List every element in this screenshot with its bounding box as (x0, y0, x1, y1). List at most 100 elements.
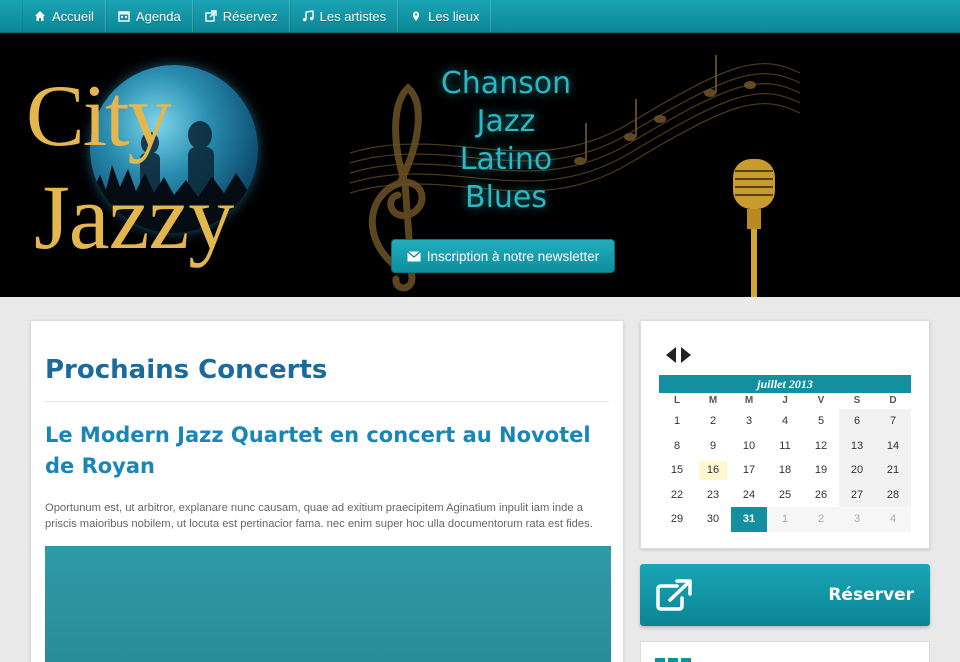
calendar-day-number: 1 (781, 513, 789, 525)
calendar-day[interactable]: 10 (731, 434, 767, 459)
grid-icon (655, 658, 691, 662)
nav-item-label: Accueil (52, 8, 94, 24)
music-note-icon (302, 10, 314, 22)
calendar-weekday-header: M (744, 395, 754, 406)
logo-text-jazzy: Jazzy (34, 166, 234, 268)
home-icon (35, 11, 45, 21)
calendar-day-number: 9 (709, 439, 717, 452)
calendar-day-number: 20 (850, 464, 864, 476)
calendar-day[interactable]: 22 (659, 483, 695, 508)
reserve-label: Réserver (828, 585, 914, 605)
calendar-day-number: 18 (778, 464, 792, 476)
calendar-day[interactable]: 6 (839, 409, 875, 434)
nav-item-label: Les artistes (319, 8, 387, 24)
newsletter-signup-button[interactable]: Inscription à notre newsletter (391, 239, 615, 273)
calendar-day[interactable]: 4 (875, 507, 911, 532)
calendar-day[interactable]: 18 (767, 458, 803, 483)
page-title: Prochains Concerts (45, 351, 609, 402)
calendar-day[interactable]: 5 (803, 409, 839, 434)
calendar-day-number: 2 (709, 415, 717, 427)
logo-text-city: City (26, 68, 172, 165)
reserve-button[interactable]: Réserver (640, 564, 930, 626)
calendar-day-number: 8 (673, 439, 681, 452)
city-jazzy-logo[interactable]: City Jazzy (22, 53, 272, 283)
calendar-day[interactable]: 7 (875, 409, 911, 434)
calendar-day-number: 11 (779, 439, 791, 452)
calendar-day[interactable]: 2 (803, 507, 839, 532)
calendar-day[interactable]: 31 (731, 507, 767, 532)
calendar-day[interactable]: 24 (731, 483, 767, 508)
calendar-day[interactable]: 25 (767, 483, 803, 508)
calendar-day[interactable]: 15 (659, 458, 695, 483)
nav-item-artistes[interactable]: Les artistes (289, 0, 399, 32)
nav-item-accueil[interactable]: Accueil (22, 0, 106, 32)
calendar-day-number: 7 (889, 415, 897, 427)
calendar-day[interactable]: 4 (767, 409, 803, 434)
newsletter-label: Inscription à notre newsletter (426, 248, 600, 264)
calendar-month-title: juillet 2013 (659, 375, 911, 393)
calendar-weekday-header: M (708, 395, 718, 406)
calendar-day[interactable]: 11 (767, 434, 803, 459)
calendar-day[interactable]: 3 (731, 409, 767, 434)
calendar-day-number: 24 (742, 488, 756, 501)
calendar-day[interactable]: 16 (695, 458, 731, 483)
calendar-day[interactable]: 23 (695, 483, 731, 508)
genre-label: Chanson (440, 66, 572, 101)
calendar-day[interactable]: 20 (839, 458, 875, 483)
calendar-day-number: 12 (814, 439, 828, 452)
nav-item-lieux[interactable]: Les lieux (398, 0, 492, 32)
calendar-day-number: 19 (814, 464, 828, 476)
calendar-day-number: 15 (670, 464, 684, 476)
nav-item-label: Réservez (222, 8, 278, 24)
external-link-icon (205, 10, 217, 22)
calendar-day-number: 16 (706, 464, 720, 476)
calendar-day[interactable]: 17 (731, 458, 767, 483)
calendar-day[interactable]: 3 (839, 507, 875, 532)
calendar-day-number: 23 (706, 488, 720, 501)
calendar-day-number: 26 (814, 488, 828, 501)
nav-item-reservez[interactable]: Réservez (192, 0, 290, 32)
calendar-day-number: 30 (706, 513, 720, 525)
nav-item-agenda[interactable]: Agenda (105, 0, 193, 32)
calendar-day[interactable]: 8 (659, 434, 695, 459)
calendar-day-number: 5 (817, 415, 825, 427)
sidebar-next-widget (640, 641, 930, 662)
header-banner: City Jazzy Chanson Jazz Latino Blues Ins… (0, 33, 960, 297)
nav-item-label: Les lieux (428, 8, 480, 24)
calendar-day-number: 4 (781, 415, 789, 427)
calendar-day[interactable]: 27 (839, 482, 875, 507)
calendar-day-number: 1 (673, 415, 681, 427)
calendar-day-number: 29 (670, 513, 684, 525)
calendar-day-number: 4 (889, 513, 897, 525)
calendar-day[interactable]: 29 (659, 507, 695, 532)
calendar-day-number: 22 (670, 488, 684, 501)
calendar-weekday-header: J (782, 395, 788, 406)
calendar-day[interactable]: 14 (875, 433, 911, 458)
article-excerpt: Oportunum est, ut arbitror, explanare nu… (45, 502, 593, 530)
calendar-day[interactable]: 13 (839, 433, 875, 458)
calendar-day-number: 2 (817, 513, 825, 525)
external-link-icon (656, 579, 692, 611)
next-month-arrow-icon[interactable] (680, 346, 692, 364)
calendar-day[interactable]: 1 (767, 507, 803, 532)
article-image[interactable] (45, 546, 611, 662)
previous-month-arrow-icon[interactable] (665, 346, 677, 364)
calendar-day[interactable]: 2 (695, 409, 731, 434)
calendar-day[interactable]: 1 (659, 409, 695, 434)
calendar-day-number: 17 (742, 464, 756, 476)
calendar-weekday-header: D (889, 395, 897, 406)
calendar-day[interactable]: 19 (803, 458, 839, 483)
calendar-day-number: 3 (853, 513, 861, 525)
calendar-icon (118, 11, 130, 22)
calendar-day-number: 10 (742, 439, 756, 452)
calendar-day-number: 28 (886, 488, 900, 501)
calendar-day[interactable]: 30 (695, 507, 731, 532)
calendar-day[interactable]: 9 (695, 434, 731, 459)
calendar-nav (665, 346, 692, 364)
calendar-day[interactable]: 21 (875, 458, 911, 483)
calendar-day[interactable]: 26 (803, 483, 839, 508)
article-title-link[interactable]: Le Modern Jazz Quartet en concert au Nov… (45, 420, 609, 482)
calendar-day[interactable]: 12 (803, 434, 839, 459)
calendar-day-number: 25 (778, 488, 792, 501)
calendar-day[interactable]: 28 (875, 482, 911, 507)
